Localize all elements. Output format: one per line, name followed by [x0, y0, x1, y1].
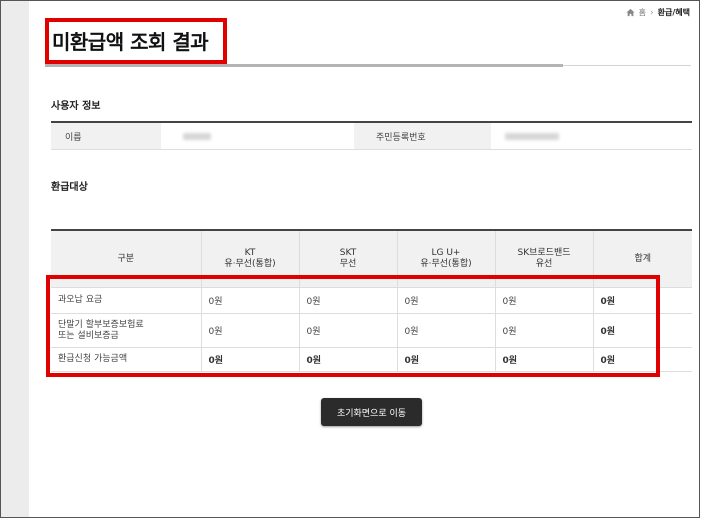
- table-row: 과오납 요금 0원 0원 0원 0원 0원: [51, 287, 692, 314]
- table-row: 단말기 할부보증보험료 또는 설비보증금 0원 0원 0원 0원 0원: [51, 313, 692, 348]
- cell-lgu: 0원: [396, 313, 495, 348]
- cell-skb: 0원: [494, 287, 593, 314]
- name-value: [161, 123, 354, 149]
- col-header-line1: 합계: [634, 253, 652, 264]
- col-header-total: 합계: [592, 230, 692, 288]
- cell-skb: 0원: [494, 347, 593, 372]
- left-gutter: [1, 1, 29, 517]
- col-header-line1: SKT: [339, 248, 357, 258]
- cell-kt: 0원: [200, 347, 299, 372]
- row-label-line1: 단말기 할부보증보험료: [58, 319, 144, 330]
- refund-table: 구분 KT 유·무선(통합) SKT 무선 LG U+ 유·무선(통합) SK브…: [51, 229, 692, 372]
- cell-lgu: 0원: [396, 347, 495, 372]
- id-number-label: 주민등록번호: [354, 123, 491, 149]
- highlight-box-title: [45, 18, 227, 64]
- title-divider-light: [563, 65, 691, 66]
- table-header-row: 구분 KT 유·무선(통합) SKT 무선 LG U+ 유·무선(통합) SK브…: [51, 230, 692, 288]
- col-header-category: 구분: [51, 230, 201, 288]
- name-label: 이름: [51, 123, 161, 149]
- title-divider: [45, 64, 563, 67]
- masked-id-number: [505, 132, 559, 140]
- cell-skt: 0원: [298, 313, 397, 348]
- cell-skt: 0원: [298, 347, 397, 372]
- col-header-line2: 유·무선(통합): [420, 259, 472, 269]
- col-header-line2: 무선: [339, 259, 357, 269]
- col-header-skt: SKT 무선: [298, 230, 397, 288]
- cell-skt: 0원: [298, 287, 397, 314]
- user-info-section-title: 사용자 정보: [51, 101, 101, 112]
- cell-lgu: 0원: [396, 287, 495, 314]
- go-to-home-button[interactable]: 초기화면으로 이동: [321, 398, 422, 426]
- col-header-lgu: LG U+ 유·무선(통합): [396, 230, 495, 288]
- col-header-line2: 유·무선(통합): [224, 259, 276, 269]
- col-header-kt: KT 유·무선(통합): [200, 230, 299, 288]
- breadcrumb-home[interactable]: 홈: [639, 7, 646, 18]
- cell-kt: 0원: [200, 313, 299, 348]
- col-header-line1: KT: [244, 248, 256, 258]
- breadcrumb-current[interactable]: 환급/혜택: [658, 7, 690, 18]
- col-header-line1: SK브로드밴드: [517, 248, 571, 258]
- table-row-total: 환급신청 가능금액 0원 0원 0원 0원 0원: [51, 347, 692, 372]
- col-header-line2: 유선: [535, 259, 553, 269]
- col-header-skb: SK브로드밴드 유선: [494, 230, 593, 288]
- breadcrumb: 홈 › 환급/혜택: [626, 7, 690, 18]
- col-header-line1: 구분: [117, 253, 135, 264]
- user-info-table: 이름 주민등록번호: [51, 121, 692, 150]
- cell-total: 0원: [592, 287, 692, 314]
- row-label-line2: 또는 설비보증금: [58, 330, 119, 341]
- id-number-value: [491, 123, 692, 149]
- cell-total: 0원: [592, 347, 692, 372]
- cell-skb: 0원: [494, 313, 593, 348]
- row-label: 단말기 할부보증보험료 또는 설비보증금: [51, 313, 201, 348]
- cell-total: 0원: [592, 313, 692, 348]
- home-icon[interactable]: [626, 8, 635, 17]
- chevron-right-icon: ›: [650, 7, 654, 18]
- refund-section-title: 환급대상: [51, 182, 88, 193]
- cell-kt: 0원: [200, 287, 299, 314]
- masked-name: [183, 132, 211, 140]
- row-label: 과오납 요금: [51, 287, 201, 314]
- row-label: 환급신청 가능금액: [51, 347, 201, 372]
- col-header-line1: LG U+: [431, 248, 461, 258]
